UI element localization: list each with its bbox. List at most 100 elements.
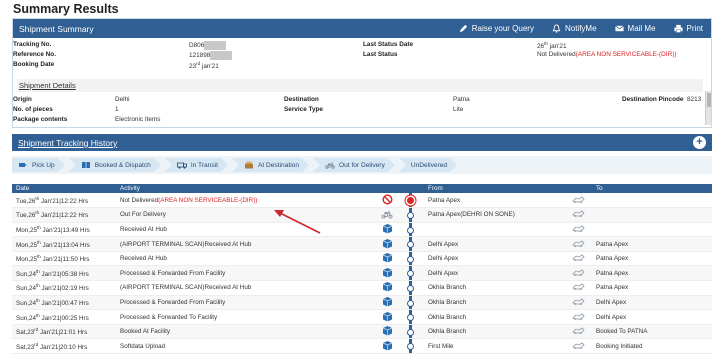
last-status-prefix: Not Delivered (537, 51, 576, 58)
row-from: First Mile (424, 338, 564, 355)
row-to: Patna Apex (592, 236, 712, 252)
row-date: Sat,23rd Jan'21|21:01 Hrs (12, 324, 116, 340)
row-activity: Processed & Forwarded From Facility (116, 265, 374, 282)
handover-icon (571, 225, 585, 235)
tracking-label: Tracking No. (13, 41, 52, 48)
timeline-dot (407, 241, 414, 249)
timeline-dot (407, 255, 414, 263)
table-row: Mon,25th Jan'21|13:04 Hrs (AIRPORT TERMIN… (12, 236, 712, 252)
row-handover-icon (564, 265, 592, 282)
row-timeline (400, 280, 424, 296)
box-icon (382, 267, 393, 280)
step-at-destination[interactable]: At Destination (232, 158, 309, 172)
reference-row: Reference No. (13, 51, 56, 58)
row-status-icon (374, 309, 400, 325)
row-from: Patna Apex(DEHRI ON SONE) (424, 207, 564, 223)
row-date: Sun,24th Jan'21|02:19 Hrs (12, 280, 116, 296)
step-pick-up[interactable]: Pick Up (12, 158, 65, 172)
timeline-dot (407, 270, 414, 278)
pieces-label: No. of pieces (13, 106, 53, 113)
notify-me-button[interactable]: NotifyMe (552, 24, 597, 33)
step-booked-dispatch[interactable]: Booked & Dispatch (69, 158, 161, 172)
row-handover-icon (564, 280, 592, 296)
box-icon (382, 326, 393, 338)
last-status-value: Not Delivered(AREA NON SERVICEABLE-(DIR)… (537, 51, 676, 58)
origin-label-wrap: Origin (13, 96, 32, 103)
package-open-icon (244, 161, 254, 169)
row-activity: Softdata Upload (116, 338, 374, 355)
origin-label: Origin (13, 96, 32, 103)
row-from (424, 222, 564, 238)
table-row: Sat,23rd Jan'21|20:10 Hrs Softdata Upload… (12, 338, 712, 355)
row-date: Sat,23rd Jan'21|20:10 Hrs (12, 338, 116, 355)
shipment-details-heading[interactable]: Shipment Details (17, 79, 703, 92)
last-status-date-value: 26th jan'21 (537, 41, 567, 50)
table-row: Sat,23rd Jan'21|21:01 Hrs Booked At Facil… (12, 324, 712, 340)
tracking-history-title[interactable]: Shipment Tracking History (18, 138, 117, 148)
booking-row: Booking Date (13, 61, 54, 68)
row-handover-icon (564, 193, 592, 209)
origin-value: Delhi (115, 96, 130, 103)
row-timeline (400, 324, 424, 340)
row-status-icon (374, 324, 400, 340)
handover-icon (571, 312, 585, 323)
tracking-history-panel: Shipment Tracking History + (12, 134, 712, 154)
row-to: Patna Apex (592, 265, 712, 282)
col-handover (564, 184, 592, 193)
step-in-transit[interactable]: In Transit (165, 158, 228, 172)
row-activity: (AIRPORT TERMINAL SCAN)Received At Hub (116, 280, 374, 296)
row-date: Sun,24th Jan'21|00:25 Hrs (12, 309, 116, 325)
summary-actions: Raise your Query NotifyMe Mail Me Print (459, 19, 703, 38)
row-handover-icon (564, 309, 592, 325)
destination-label: Destination (284, 96, 319, 103)
row-status-icon (374, 222, 400, 238)
expand-plus-icon[interactable]: + (693, 136, 706, 149)
table-row: Sun,24th Jan'21|00:47 Hrs Processed & For… (12, 295, 712, 311)
row-timeline (400, 251, 424, 267)
printer-icon (673, 24, 683, 33)
row-to: Patna Apex (592, 251, 712, 267)
row-to (592, 207, 712, 223)
mail-me-button[interactable]: Mail Me (614, 24, 656, 33)
service-label: Service Type (284, 106, 323, 113)
contents-label: Package contents (13, 116, 68, 123)
row-from: Okhla Branch (424, 280, 564, 296)
summary-header: Shipment Summary Raise your Query Notify… (13, 19, 711, 38)
row-activity: Processed & Forwarded To Facility (116, 309, 374, 325)
row-date: Mon,25th Jan'21|13:49 Hrs (12, 222, 116, 238)
booking-value: 23rd jan'21 (189, 61, 219, 70)
timeline-dot (407, 226, 414, 234)
handover-icon (571, 327, 585, 337)
timeline-dot (407, 212, 414, 220)
row-handover-icon (564, 338, 592, 355)
row-handover-icon (564, 251, 592, 267)
contents-label-wrap: Package contents (13, 116, 67, 123)
print-button[interactable]: Print (673, 24, 703, 33)
row-timeline (400, 193, 424, 209)
truck-icon (177, 161, 187, 169)
timeline-dot (407, 328, 414, 336)
row-from: Delhi Apex (424, 251, 564, 267)
row-activity: Received At Hub (116, 222, 374, 238)
col-date: Date (12, 184, 116, 193)
redaction-block (210, 51, 233, 60)
col-activity: Activity (116, 184, 374, 193)
row-status-icon (374, 251, 400, 267)
reference-value: 121898 (189, 52, 211, 60)
table-row: Mon,25th Jan'21|13:49 Hrs Received At Hub (12, 222, 712, 238)
pickup-icon (18, 161, 28, 169)
handover-icon (571, 195, 585, 206)
last-status-label: Last Status (363, 51, 398, 58)
step-undelivered[interactable]: UnDelivered (399, 158, 457, 172)
step-label: UnDelivered (410, 161, 448, 169)
scooter-icon (325, 161, 335, 169)
step-out-for-delivery[interactable]: Out for Delivery (313, 158, 395, 172)
last-status-reason: (AREA NON SERVICEABLE-(DIR)) (575, 51, 677, 58)
row-from: Okhla Branch (424, 324, 564, 340)
details-scroll-thumb[interactable] (707, 93, 711, 107)
details-scrollbar[interactable] (705, 91, 711, 125)
mail-me-label: Mail Me (627, 24, 656, 33)
raise-query-button[interactable]: Raise your Query (459, 24, 534, 33)
handover-icon (571, 269, 585, 279)
row-status-icon (374, 295, 400, 311)
